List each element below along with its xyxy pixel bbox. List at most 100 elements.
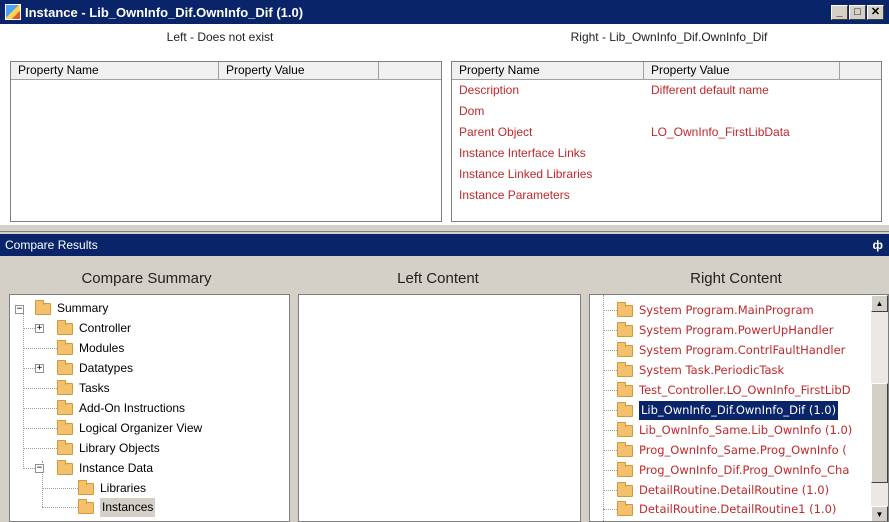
tree-item-controller[interactable]: Controller [57, 319, 131, 338]
compare-results-bar: Compare Results ф [0, 234, 889, 256]
tree-line [603, 390, 617, 391]
close-button[interactable]: ✕ [867, 4, 884, 20]
horizontal-splitter[interactable] [0, 224, 889, 232]
right-item-label: Test_Controller.LO_OwnInfo_FirstLibD [639, 383, 851, 397]
property-name: Instance Linked Libraries [459, 167, 593, 181]
right-item[interactable]: DetailRoutine.DetailRoutine1 (1.0) [617, 500, 836, 519]
folder-icon [617, 461, 633, 477]
property-name: Instance Interface Links [459, 146, 586, 160]
right-item[interactable]: System Program.ContrlFaultHandler [617, 341, 845, 360]
folder-icon [57, 419, 73, 435]
column-property-name[interactable]: Property Name [452, 62, 644, 79]
tree-item-library-objects[interactable]: Library Objects [57, 439, 160, 458]
property-name: Description [459, 83, 520, 97]
property-name: Parent Object [459, 125, 533, 139]
tree-item-modules[interactable]: Modules [57, 339, 124, 358]
tree-line [603, 310, 617, 311]
tree-line [42, 488, 78, 489]
folder-icon [617, 401, 633, 417]
right-item-label: Lib_OwnInfo_Dif.OwnInfo_Dif (1.0) [639, 401, 839, 420]
right-grid-body: Description Different default name Dom Pa… [452, 80, 881, 206]
right-item[interactable]: Prog_OwnInfo_Same.Prog_OwnInfo ( [617, 441, 847, 460]
folder-icon [78, 498, 94, 514]
right-item[interactable]: System Program.PowerUpHandler [617, 321, 833, 340]
left-property-grid[interactable]: Property Name Property Value [10, 61, 442, 222]
property-value [644, 101, 881, 122]
right-item[interactable]: System Task.PeriodicTask [617, 361, 784, 380]
scroll-thumb[interactable] [871, 383, 888, 483]
folder-icon [35, 299, 51, 315]
right-item[interactable]: System Program.MainProgram [617, 301, 814, 320]
right-item[interactable]: Test_Controller.LO_OwnInfo_FirstLibD [617, 381, 851, 400]
right-content-panel[interactable]: System Program.MainProgram System Progra… [589, 294, 889, 522]
compare-summary-tree[interactable]: − Summary + Controller Modules + Datatyp… [9, 294, 290, 522]
tree-line [603, 490, 617, 491]
column-property-value[interactable]: Property Value [219, 62, 379, 79]
left-pane-header: Left - Does not exist [166, 30, 274, 44]
minimize-button[interactable]: _ [831, 4, 848, 20]
column-spacer [840, 62, 881, 79]
scroll-down-button[interactable]: ▼ [871, 506, 888, 521]
tree-item-label: Tasks [79, 381, 110, 395]
collapse-icon[interactable]: − [15, 305, 24, 314]
folder-icon [57, 399, 73, 415]
column-property-name[interactable]: Property Name [11, 62, 219, 79]
folder-icon [617, 341, 633, 357]
tree-item-instance-data[interactable]: Instance Data [57, 459, 153, 478]
tree-item-logical-organizer[interactable]: Logical Organizer View [57, 419, 202, 438]
right-item[interactable]: DetailRoutine.DetailRoutine (1.0) [617, 481, 829, 500]
tree-line [23, 368, 35, 369]
folder-icon [57, 459, 73, 475]
expand-icon[interactable]: + [35, 364, 44, 373]
folder-icon [617, 301, 633, 317]
right-property-grid[interactable]: Property Name Property Value Description… [451, 61, 882, 222]
property-row[interactable]: Description Different default name [452, 80, 881, 101]
collapse-icon[interactable]: − [35, 464, 44, 473]
folder-icon [57, 339, 73, 355]
tree-item-tasks[interactable]: Tasks [57, 379, 110, 398]
tree-line [23, 348, 57, 349]
property-row[interactable]: Instance Linked Libraries [452, 164, 881, 185]
expand-icon[interactable]: + [35, 324, 44, 333]
tree-line [23, 388, 57, 389]
property-value: LO_OwnInfo_FirstLibData [651, 125, 790, 139]
right-pane-header: Right - Lib_OwnInfo_Dif.OwnInfo_Dif [570, 30, 768, 44]
tree-item-label: Modules [79, 341, 125, 355]
tree-item-label: Library Objects [79, 441, 160, 455]
right-item-label: System Program.MainProgram [639, 303, 814, 317]
tree-item-label: Add-On Instructions [79, 401, 186, 415]
tree-item-datatypes[interactable]: Datatypes [57, 359, 133, 378]
tree-item-libraries[interactable]: Libraries [78, 479, 146, 498]
tree-line [23, 428, 57, 429]
folder-icon [57, 439, 73, 455]
property-row[interactable]: Dom [452, 101, 881, 122]
property-row[interactable]: Instance Parameters [452, 185, 881, 206]
property-row[interactable]: Parent Object LO_OwnInfo_FirstLibData [452, 122, 881, 143]
tree-item-add-on-instructions[interactable]: Add-On Instructions [57, 399, 185, 418]
right-item-selected[interactable]: Lib_OwnInfo_Dif.OwnInfo_Dif (1.0) [617, 401, 839, 420]
column-spacer [379, 62, 441, 79]
property-name: Dom [459, 104, 485, 118]
window-controls: _ □ ✕ [831, 4, 884, 20]
folder-icon [617, 500, 633, 516]
compare-summary-header: Compare Summary [81, 270, 212, 287]
tree-line [603, 470, 617, 471]
tree-item-label: Instance Data [79, 461, 154, 475]
right-item-label: Lib_OwnInfo_Same.Lib_OwnInfo (1.0) [639, 423, 853, 437]
property-name: Instance Parameters [459, 188, 570, 202]
tree-line [23, 328, 35, 329]
column-property-value[interactable]: Property Value [644, 62, 840, 79]
tree-item-summary[interactable]: Summary [35, 299, 108, 318]
vertical-scrollbar[interactable]: ▲ ▼ [871, 295, 888, 521]
property-row[interactable]: Instance Interface Links [452, 143, 881, 164]
left-content-panel[interactable] [298, 294, 581, 522]
right-item[interactable]: Prog_OwnInfo_Dif.Prog_OwnInfo_Cha [617, 461, 849, 480]
folder-icon [57, 319, 73, 335]
scroll-up-button[interactable]: ▲ [871, 295, 888, 312]
folder-icon [617, 361, 633, 377]
right-item[interactable]: Lib_OwnInfo_Same.Lib_OwnInfo (1.0) [617, 421, 852, 440]
tree-line [603, 410, 617, 411]
tree-item-instances[interactable]: Instances [78, 498, 156, 517]
maximize-button[interactable]: □ [849, 4, 866, 20]
pin-icon[interactable]: ф [873, 238, 884, 252]
